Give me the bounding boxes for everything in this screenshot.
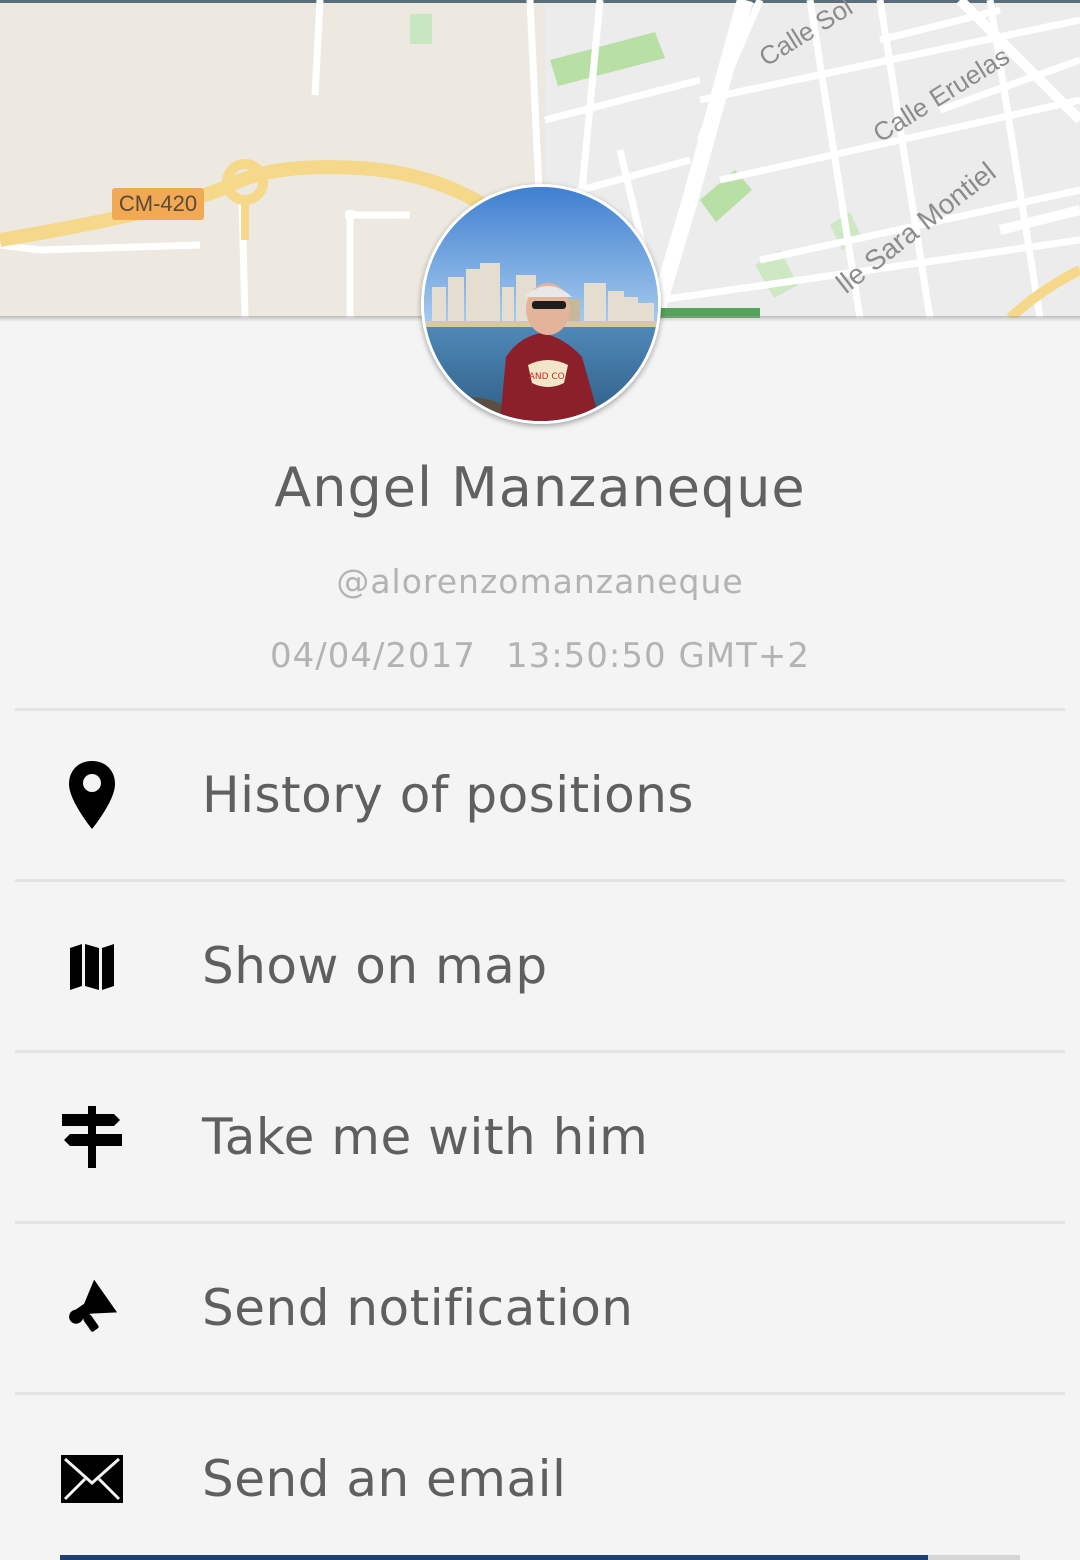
bottom-accent-bar xyxy=(60,1555,928,1560)
last-update-timestamp: 04/04/2017 13:50:50 GMT+2 xyxy=(0,636,1080,676)
svg-text:AND CO.: AND CO. xyxy=(529,372,568,382)
menu-item-label: Send an email xyxy=(202,1450,567,1508)
avatar[interactable]: AND CO. xyxy=(421,184,661,424)
megaphone-icon xyxy=(56,1272,128,1344)
location-pin-icon xyxy=(56,759,128,831)
menu-item-send-notification[interactable]: Send notification xyxy=(0,1224,1080,1392)
action-menu: History of positions Show on map Take me… xyxy=(0,708,1080,1560)
user-name: Angel Manzaneque xyxy=(274,456,806,519)
bottom-accent-bar-end xyxy=(928,1555,1020,1560)
menu-item-take-me-with-him[interactable]: Take me with him xyxy=(0,1053,1080,1221)
signpost-icon xyxy=(56,1101,128,1173)
last-update-date: 04/04/2017 xyxy=(269,636,476,676)
last-update-time: 13:50:50 GMT+2 xyxy=(505,636,811,676)
envelope-icon xyxy=(56,1443,128,1515)
road-shield-cm420: CM-420 xyxy=(112,188,204,220)
avatar-photo: AND CO. xyxy=(424,187,658,421)
menu-item-label: Take me with him xyxy=(202,1108,649,1166)
menu-item-label: Show on map xyxy=(202,937,548,995)
menu-item-send-an-email[interactable]: Send an email xyxy=(0,1395,1080,1560)
map-icon xyxy=(56,930,128,1002)
menu-item-show-on-map[interactable]: Show on map xyxy=(0,882,1080,1050)
user-detail-screen: CM-420 Calle Sol Calle Eruelas lle Sara … xyxy=(0,0,1080,1560)
user-handle: @alorenzomanzaneque xyxy=(336,562,744,601)
menu-item-label: Send notification xyxy=(202,1279,634,1337)
menu-item-label: History of positions xyxy=(202,766,694,824)
menu-item-history-of-positions[interactable]: History of positions xyxy=(0,711,1080,879)
